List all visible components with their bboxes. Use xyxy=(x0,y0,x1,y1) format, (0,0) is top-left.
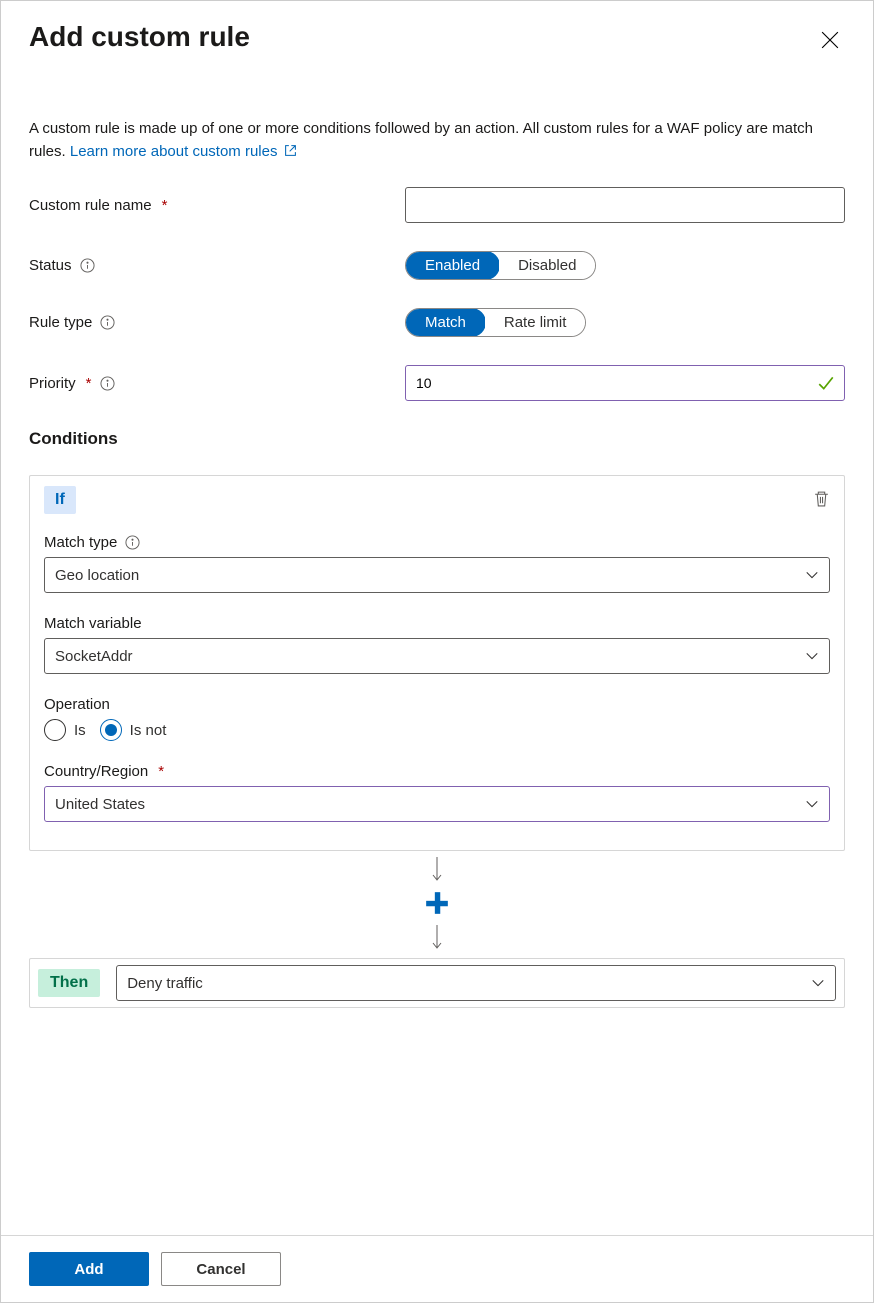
match-variable-label: Match variable xyxy=(44,615,142,632)
cancel-button[interactable]: Cancel xyxy=(161,1252,281,1286)
chevron-down-icon xyxy=(805,568,819,582)
learn-more-link[interactable]: Learn more about custom rules xyxy=(70,143,297,160)
external-link-icon xyxy=(284,144,297,157)
conditions-heading: Conditions xyxy=(29,429,845,449)
info-icon xyxy=(100,315,115,330)
add-condition-button[interactable] xyxy=(422,888,452,921)
plus-icon xyxy=(424,890,450,916)
match-variable-select[interactable]: SocketAddr xyxy=(44,638,830,674)
operation-label: Operation xyxy=(44,696,110,713)
status-disabled-button[interactable]: Disabled xyxy=(499,252,595,279)
chevron-down-icon xyxy=(805,797,819,811)
row-rule-type: Rule type Match Rate limit xyxy=(29,308,845,337)
add-button[interactable]: Add xyxy=(29,1252,149,1286)
rule-type-label: Rule type xyxy=(29,314,92,331)
if-badge: If xyxy=(44,486,76,514)
match-type-select[interactable]: Geo location xyxy=(44,557,830,593)
learn-more-label: Learn more about custom rules xyxy=(70,143,278,160)
rule-type-toggle: Match Rate limit xyxy=(405,308,586,337)
action-select[interactable]: Deny traffic xyxy=(116,965,836,1001)
info-icon xyxy=(125,535,140,550)
operation-is-radio[interactable]: Is xyxy=(44,719,86,741)
condition-connector xyxy=(29,855,845,954)
required-asterisk: * xyxy=(162,197,168,214)
country-value: United States xyxy=(55,796,145,813)
condition-card: If Match type Geo location Match variabl… xyxy=(29,475,845,851)
operation-is-not-radio[interactable]: Is not xyxy=(100,719,167,741)
operation-is-not-label: Is not xyxy=(130,722,167,739)
trash-icon xyxy=(813,490,830,507)
operation-field: Operation Is Is not xyxy=(44,696,830,741)
country-select[interactable]: United States xyxy=(44,786,830,822)
intro-text: A custom rule is made up of one or more … xyxy=(29,118,845,163)
close-icon xyxy=(821,31,839,49)
arrow-down-icon xyxy=(430,923,444,951)
status-enabled-button[interactable]: Enabled xyxy=(405,251,500,280)
status-label: Status xyxy=(29,257,72,274)
match-variable-field: Match variable SocketAddr xyxy=(44,615,830,674)
operation-is-label: Is xyxy=(74,722,86,739)
row-status: Status Enabled Disabled xyxy=(29,251,845,280)
country-label: Country/Region xyxy=(44,763,148,780)
match-type-field: Match type Geo location xyxy=(44,534,830,593)
custom-rule-name-input[interactable] xyxy=(405,187,845,223)
panel-footer: Add Cancel xyxy=(1,1235,873,1302)
close-button[interactable] xyxy=(815,25,845,58)
country-field: Country/Region * United States xyxy=(44,763,830,822)
required-asterisk: * xyxy=(86,375,92,392)
delete-condition-button[interactable] xyxy=(813,490,830,510)
match-type-label: Match type xyxy=(44,534,117,551)
status-toggle: Enabled Disabled xyxy=(405,251,596,280)
chevron-down-icon xyxy=(805,649,819,663)
panel-header: Add custom rule xyxy=(29,21,845,58)
priority-input[interactable] xyxy=(405,365,845,401)
then-badge: Then xyxy=(38,969,100,997)
checkmark-icon xyxy=(817,374,835,392)
custom-rule-name-label: Custom rule name xyxy=(29,197,152,214)
chevron-down-icon xyxy=(811,976,825,990)
action-value: Deny traffic xyxy=(127,975,203,992)
rule-type-match-button[interactable]: Match xyxy=(405,308,486,337)
priority-label: Priority xyxy=(29,375,76,392)
match-type-value: Geo location xyxy=(55,567,139,584)
rule-type-rate-limit-button[interactable]: Rate limit xyxy=(485,309,586,336)
panel-title: Add custom rule xyxy=(29,21,250,53)
row-priority: Priority * xyxy=(29,365,845,401)
match-variable-value: SocketAddr xyxy=(55,648,133,665)
info-icon xyxy=(80,258,95,273)
info-icon xyxy=(100,376,115,391)
then-row: Then Deny traffic xyxy=(29,958,845,1008)
row-custom-rule-name: Custom rule name * xyxy=(29,187,845,223)
arrow-down-icon xyxy=(430,855,444,883)
required-asterisk: * xyxy=(158,763,164,780)
